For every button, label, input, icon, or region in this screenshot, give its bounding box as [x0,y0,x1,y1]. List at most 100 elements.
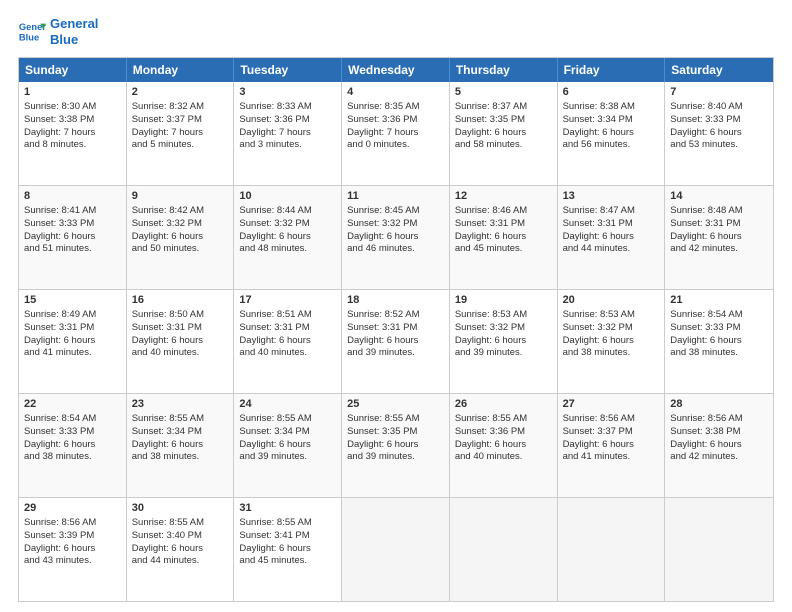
calendar-row-4: 22Sunrise: 8:54 AMSunset: 3:33 PMDayligh… [19,393,773,497]
day-number: 7 [670,85,768,100]
day-info-line: Sunrise: 8:55 AM [132,517,229,530]
day-cell-24: 24Sunrise: 8:55 AMSunset: 3:34 PMDayligh… [234,394,342,497]
day-info-line: Sunrise: 8:37 AM [455,101,552,114]
day-info-line: Daylight: 6 hours [132,231,229,244]
day-cell-9: 9Sunrise: 8:42 AMSunset: 3:32 PMDaylight… [127,186,235,289]
day-cell-25: 25Sunrise: 8:55 AMSunset: 3:35 PMDayligh… [342,394,450,497]
day-info-line: and 40 minutes. [239,347,336,360]
day-info-line: Daylight: 7 hours [239,127,336,140]
day-info-line: Sunset: 3:31 PM [670,218,768,231]
day-cell-14: 14Sunrise: 8:48 AMSunset: 3:31 PMDayligh… [665,186,773,289]
day-cell-4: 4Sunrise: 8:35 AMSunset: 3:36 PMDaylight… [342,82,450,185]
day-cell-5: 5Sunrise: 8:37 AMSunset: 3:35 PMDaylight… [450,82,558,185]
calendar: SundayMondayTuesdayWednesdayThursdayFrid… [18,57,774,602]
day-info-line: Sunset: 3:33 PM [24,426,121,439]
day-cell-17: 17Sunrise: 8:51 AMSunset: 3:31 PMDayligh… [234,290,342,393]
day-info-line: Sunset: 3:31 PM [132,322,229,335]
day-info-line: and 48 minutes. [239,243,336,256]
day-info-line: Daylight: 6 hours [239,543,336,556]
day-info-line: Sunset: 3:33 PM [24,218,121,231]
day-info-line: Sunrise: 8:47 AM [563,205,660,218]
day-info-line: Sunrise: 8:45 AM [347,205,444,218]
day-info-line: Sunrise: 8:52 AM [347,309,444,322]
day-info-line: Daylight: 6 hours [455,127,552,140]
day-info-line: and 45 minutes. [455,243,552,256]
day-info-line: Sunset: 3:32 PM [347,218,444,231]
day-number: 21 [670,293,768,308]
day-cell-13: 13Sunrise: 8:47 AMSunset: 3:31 PMDayligh… [558,186,666,289]
day-info-line: Sunrise: 8:56 AM [24,517,121,530]
day-cell-27: 27Sunrise: 8:56 AMSunset: 3:37 PMDayligh… [558,394,666,497]
day-cell-2: 2Sunrise: 8:32 AMSunset: 3:37 PMDaylight… [127,82,235,185]
day-info-line: Daylight: 6 hours [239,335,336,348]
day-number: 13 [563,189,660,204]
day-info-line: Sunset: 3:34 PM [132,426,229,439]
day-info-line: and 39 minutes. [239,451,336,464]
day-number: 1 [24,85,121,100]
day-info-line: and 39 minutes. [347,451,444,464]
day-info-line: Daylight: 6 hours [670,439,768,452]
day-info-line: and 46 minutes. [347,243,444,256]
day-info-line: Sunrise: 8:41 AM [24,205,121,218]
day-info-line: and 53 minutes. [670,139,768,152]
day-number: 10 [239,189,336,204]
day-number: 8 [24,189,121,204]
day-info-line: Sunrise: 8:33 AM [239,101,336,114]
day-cell-7: 7Sunrise: 8:40 AMSunset: 3:33 PMDaylight… [665,82,773,185]
page: General Blue General Blue SundayMondayTu… [0,0,792,612]
empty-cell-4-5 [558,498,666,601]
day-info-line: Sunset: 3:32 PM [563,322,660,335]
day-number: 16 [132,293,229,308]
day-info-line: and 3 minutes. [239,139,336,152]
empty-cell-4-3 [342,498,450,601]
day-info-line: Daylight: 6 hours [24,335,121,348]
day-info-line: and 41 minutes. [24,347,121,360]
day-info-line: Sunrise: 8:38 AM [563,101,660,114]
day-number: 14 [670,189,768,204]
day-number: 6 [563,85,660,100]
day-info-line: Sunrise: 8:55 AM [132,413,229,426]
day-cell-19: 19Sunrise: 8:53 AMSunset: 3:32 PMDayligh… [450,290,558,393]
day-info-line: Sunset: 3:37 PM [132,114,229,127]
day-number: 24 [239,397,336,412]
day-info-line: Daylight: 6 hours [563,439,660,452]
day-info-line: Sunrise: 8:48 AM [670,205,768,218]
day-info-line: Daylight: 6 hours [347,231,444,244]
day-cell-6: 6Sunrise: 8:38 AMSunset: 3:34 PMDaylight… [558,82,666,185]
day-cell-1: 1Sunrise: 8:30 AMSunset: 3:38 PMDaylight… [19,82,127,185]
svg-text:Blue: Blue [19,32,39,42]
day-info-line: Daylight: 6 hours [670,335,768,348]
day-info-line: Sunset: 3:40 PM [132,530,229,543]
day-info-line: Sunset: 3:31 PM [24,322,121,335]
day-info-line: and 41 minutes. [563,451,660,464]
weekday-header-friday: Friday [558,58,666,82]
day-info-line: Daylight: 6 hours [239,439,336,452]
calendar-body: 1Sunrise: 8:30 AMSunset: 3:38 PMDaylight… [19,82,773,601]
day-info-line: and 58 minutes. [455,139,552,152]
day-info-line: Daylight: 6 hours [132,543,229,556]
day-number: 27 [563,397,660,412]
day-info-line: Sunrise: 8:55 AM [239,413,336,426]
day-cell-29: 29Sunrise: 8:56 AMSunset: 3:39 PMDayligh… [19,498,127,601]
day-info-line: Sunrise: 8:53 AM [455,309,552,322]
day-info-line: Sunrise: 8:54 AM [670,309,768,322]
day-info-line: and 50 minutes. [132,243,229,256]
day-info-line: and 44 minutes. [132,555,229,568]
day-info-line: Daylight: 7 hours [347,127,444,140]
day-info-line: Sunrise: 8:35 AM [347,101,444,114]
day-number: 9 [132,189,229,204]
day-info-line: Daylight: 6 hours [24,231,121,244]
day-info-line: Daylight: 6 hours [455,231,552,244]
day-info-line: Sunrise: 8:46 AM [455,205,552,218]
day-info-line: Sunset: 3:34 PM [563,114,660,127]
day-info-line: Sunrise: 8:42 AM [132,205,229,218]
day-info-line: Sunrise: 8:40 AM [670,101,768,114]
day-cell-30: 30Sunrise: 8:55 AMSunset: 3:40 PMDayligh… [127,498,235,601]
day-info-line: Sunrise: 8:49 AM [24,309,121,322]
day-number: 3 [239,85,336,100]
day-number: 19 [455,293,552,308]
day-info-line: and 56 minutes. [563,139,660,152]
day-cell-28: 28Sunrise: 8:56 AMSunset: 3:38 PMDayligh… [665,394,773,497]
day-info-line: and 38 minutes. [670,347,768,360]
day-info-line: and 38 minutes. [563,347,660,360]
